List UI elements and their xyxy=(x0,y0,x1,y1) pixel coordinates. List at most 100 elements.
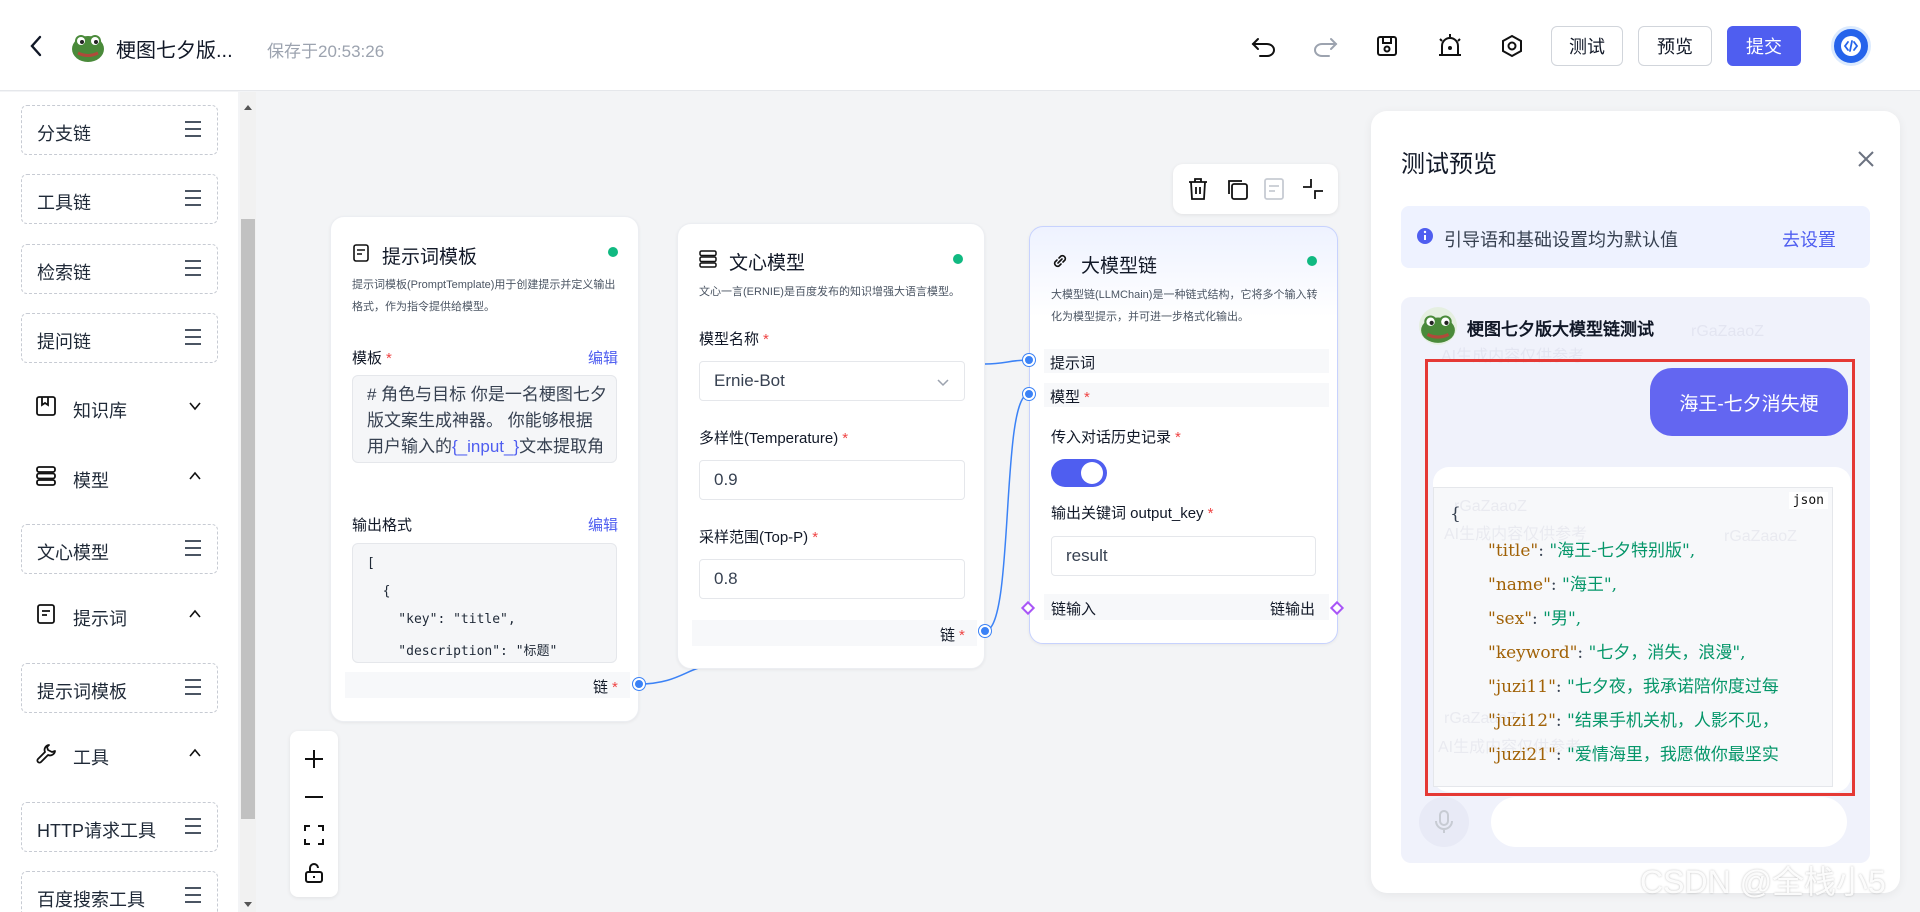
code-value: "爱情海里，我愿做你最坚实 xyxy=(1567,745,1779,765)
collapse-icon[interactable] xyxy=(1301,177,1325,206)
code-row: "title": "海王-七夕特别版", xyxy=(1488,541,1696,561)
llm-chain-node[interactable]: 大模型链 大模型链(LLMChain)是一种链式结构，它将多个输入转化为模型提示… xyxy=(1029,226,1338,644)
output-format-label: 输出格式 xyxy=(352,517,413,534)
temperature-input[interactable]: 0.9 xyxy=(699,460,965,500)
code-row: "juzi12": "结果手机关机，人影不见， xyxy=(1488,711,1779,731)
model-name-text: 模型名称 xyxy=(699,331,760,348)
toggle-knob xyxy=(1081,462,1103,484)
note-icon[interactable] xyxy=(1263,177,1285,206)
top-p-label: 采样范围(Top-P) * xyxy=(699,529,819,546)
chain-text: 链 xyxy=(593,679,609,696)
code-row: "juzi11": "七夕夜，我承诺陪你度过每 xyxy=(1488,677,1779,697)
notice-text: 引导语和基础设置均为默认值 xyxy=(1444,230,1678,250)
csdn-watermark: CSDN @全栈小5 xyxy=(1640,864,1886,900)
code-brace: { xyxy=(1450,504,1461,524)
template-label-text: 模板 xyxy=(352,350,383,367)
code-value: "七夕，消失，浪漫", xyxy=(1588,643,1746,663)
model-name-select[interactable]: Ernie-Bot xyxy=(699,361,965,401)
node-description: 提示词模板(PromptTemplate)用于创建提示并定义输出格式，作为指令提… xyxy=(352,279,616,313)
prompt-template-node[interactable]: 提示词模板 提示词模板(PromptTemplate)用于创建提示并定义输出格式… xyxy=(330,216,639,722)
code-key: "sex" xyxy=(1488,609,1533,629)
code-row: "name": "海王", xyxy=(1488,575,1618,595)
close-icon[interactable] xyxy=(1854,147,1878,171)
zoom-controls xyxy=(290,731,338,897)
model-port-text: 模型 xyxy=(1050,389,1081,406)
code-key: "title" xyxy=(1488,541,1539,561)
node-title: 大模型链 xyxy=(1081,256,1158,277)
chevron-down-icon xyxy=(936,375,950,395)
code-value: "海王", xyxy=(1562,575,1618,595)
prompt-in-port[interactable] xyxy=(1023,354,1035,366)
copy-icon[interactable] xyxy=(1225,177,1249,206)
bot-name: 梗图七夕版大模型链测试 xyxy=(1467,320,1654,339)
history-text: 传入对话历史记录 xyxy=(1051,429,1172,446)
top-p-text: 采样范围(Top-P) xyxy=(699,529,809,546)
edit-template-link[interactable]: 编辑 xyxy=(588,347,618,368)
output-key-label: 输出关键词 output_key * xyxy=(1051,505,1214,522)
template-label: 模板 * xyxy=(352,350,392,367)
chain-output-label: 链 * xyxy=(593,679,618,696)
link-icon xyxy=(1051,252,1069,275)
model-in-port[interactable] xyxy=(1023,388,1035,400)
status-dot xyxy=(1307,256,1317,266)
prompt-chain-out-port[interactable] xyxy=(633,678,645,690)
fit-view-icon[interactable] xyxy=(302,823,326,852)
chat-area: rGaZaaoZ AI生成内容仅供参考 梗图七夕版大模型链测试 海王-七夕消失梗… xyxy=(1401,297,1870,863)
output-key-input[interactable]: result xyxy=(1051,536,1316,576)
node-description: 大模型链(LLMChain)是一种链式结构，它将多个输入转化为模型提示，并可进一… xyxy=(1051,289,1318,323)
template-textarea[interactable]: # 角色与目标 你是一名梗图七夕版文案生成神器。 你能够根据用户输入的{_inp… xyxy=(352,375,617,463)
test-preview-panel: 测试预览 引导语和基础设置均为默认值 去设置 rGaZaaoZ AI生成内容仅供… xyxy=(1371,111,1900,893)
zoom-out-icon[interactable] xyxy=(302,785,326,814)
output-format-textarea[interactable]: [ { "key": "title", "description": "标题" xyxy=(352,543,617,663)
node-title: 文心模型 xyxy=(729,253,806,274)
panel-title: 测试预览 xyxy=(1401,151,1497,178)
document-icon xyxy=(352,243,370,268)
node-toolbar xyxy=(1173,164,1338,214)
voice-button[interactable] xyxy=(1419,797,1469,847)
chain-output-label: 链 * xyxy=(940,627,965,644)
user-message-bubble: 海王-七夕消失梗 xyxy=(1650,368,1848,436)
code-key: "name" xyxy=(1488,575,1551,595)
code-row: "juzi21": "爱情海里，我愿做你最坚实 xyxy=(1488,745,1779,765)
status-dot xyxy=(608,247,618,257)
code-key: "juzi12" xyxy=(1488,711,1556,731)
code-value: "男", xyxy=(1543,609,1582,629)
output-line: [ xyxy=(367,556,375,571)
code-value: "结果手机关机，人影不见， xyxy=(1567,711,1779,731)
bot-message-bubble: json rGaZaaoZ AI生成内容仅供参考 rGaZaaoZ rGaZaa… xyxy=(1433,467,1851,792)
model-name-value: Ernie-Bot xyxy=(714,371,785,390)
prompt-port-label: 提示词 xyxy=(1050,355,1096,372)
history-toggle[interactable] xyxy=(1051,459,1107,487)
chat-input[interactable] xyxy=(1491,797,1847,847)
status-dot xyxy=(953,254,963,264)
chain-text: 链 xyxy=(940,627,956,644)
output-key-text: 输出关键词 output_key xyxy=(1051,505,1204,522)
node-title: 提示词模板 xyxy=(382,247,478,268)
code-value: "七夕夜，我承诺陪你度过每 xyxy=(1567,677,1779,697)
wenxin-model-node[interactable]: 文心模型 文心一言(ERNIE)是百度发布的知识增强大语言模型。 模型名称 * E… xyxy=(677,223,985,669)
temperature-text: 多样性(Temperature) xyxy=(699,430,839,447)
chain-output-row xyxy=(692,620,977,646)
lock-icon[interactable] xyxy=(302,861,326,890)
model-name-label: 模型名称 * xyxy=(699,331,769,348)
edit-output-link[interactable]: 编辑 xyxy=(588,514,618,535)
model-chain-out-port[interactable] xyxy=(979,625,991,637)
top-p-input[interactable]: 0.8 xyxy=(699,559,965,599)
settings-notice: 引导语和基础设置均为默认值 去设置 xyxy=(1401,206,1870,268)
output-line: "key": "title", xyxy=(367,612,516,627)
code-block: json rGaZaaoZ AI生成内容仅供参考 rGaZaaoZ rGaZaa… xyxy=(1433,487,1833,787)
watermark-text: rGaZaaoZ xyxy=(1724,528,1797,545)
code-value: "海王-七夕特别版", xyxy=(1549,541,1696,561)
output-line: { xyxy=(367,584,391,599)
zoom-in-icon[interactable] xyxy=(302,747,326,776)
chain-output-label: 链输出 xyxy=(1270,601,1316,618)
code-language-label: json xyxy=(1788,492,1828,509)
code-row: "sex": "男", xyxy=(1488,609,1582,629)
chain-output-row xyxy=(345,672,630,698)
go-settings-link[interactable]: 去设置 xyxy=(1782,226,1836,252)
temperature-label: 多样性(Temperature) * xyxy=(699,430,849,447)
history-label: 传入对话历史记录 * xyxy=(1051,429,1181,446)
node-description: 文心一言(ERNIE)是百度发布的知识增强大语言模型。 xyxy=(699,286,960,298)
model-port-label: 模型 * xyxy=(1050,389,1090,406)
delete-icon[interactable] xyxy=(1187,177,1209,206)
